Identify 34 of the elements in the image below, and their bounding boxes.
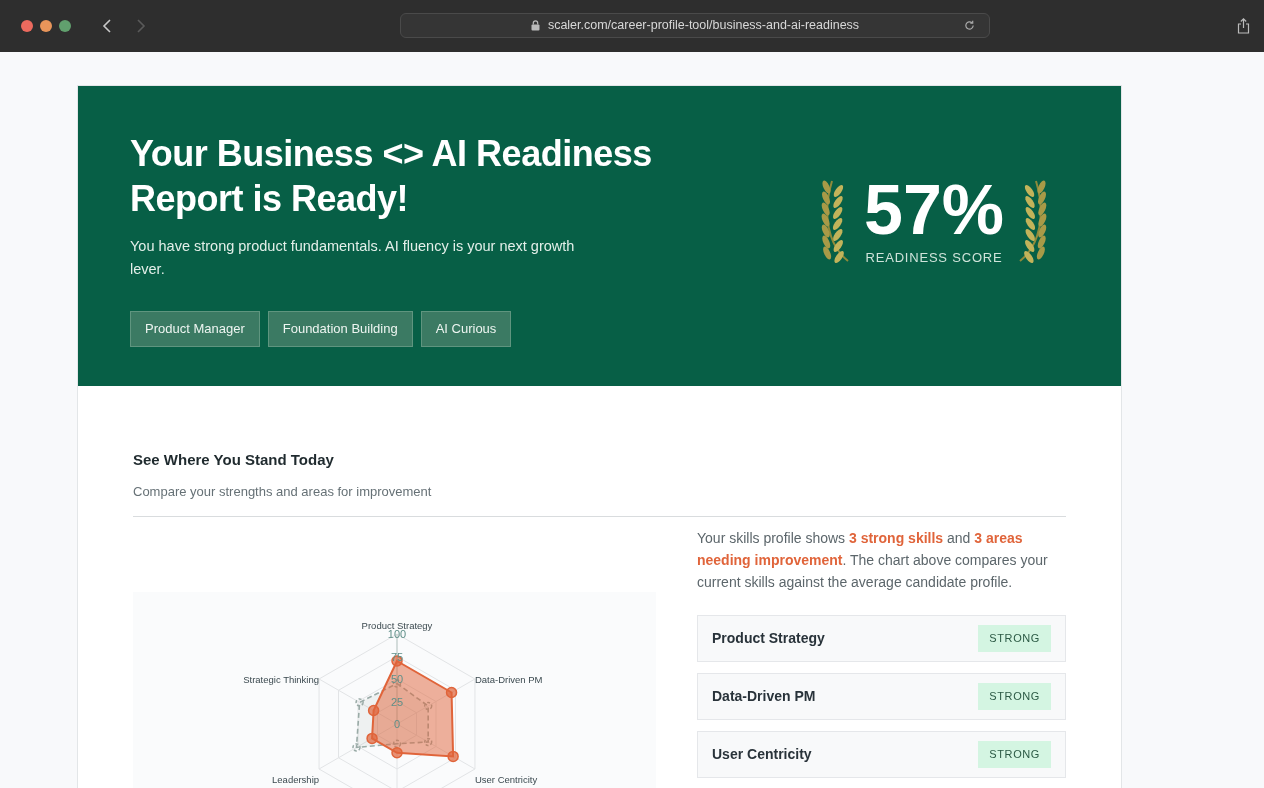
profile-tag: Foundation Building <box>267 311 413 347</box>
axis-label: Leadership <box>272 774 320 785</box>
skill-name: Product Strategy <box>712 629 825 648</box>
reload-icon[interactable] <box>964 20 975 31</box>
zoom-window-button[interactable] <box>59 20 71 32</box>
tick-label: 0 <box>393 718 401 730</box>
profile-tag: Product Manager <box>130 311 260 347</box>
url-text: scaler.com/career-profile-tool/business-and-ai-readiness <box>547 17 860 35</box>
back-icon[interactable] <box>102 19 112 33</box>
tick-label: 100 <box>387 628 407 640</box>
tick-label: 25 <box>390 695 404 708</box>
axis-label: Product Strategy <box>361 620 433 631</box>
skill-name: User Centricity <box>712 745 812 764</box>
report-title: Your Business <> AI Readiness Report is Ready! <box>130 132 653 221</box>
profile-tag: AI Curious <box>420 311 512 347</box>
axis-label: Strategic Thinking <box>243 674 320 685</box>
status-badge: STRONG <box>978 625 1051 652</box>
tick-label: 50 <box>390 673 404 685</box>
minimize-window-button[interactable] <box>40 20 52 32</box>
score-label: READINESS SCORE <box>865 249 1003 267</box>
report-subtitle: You have strong product fundamentals. AI fluency is your next growth lever. <box>130 237 576 279</box>
status-badge: STRONG <box>978 741 1051 768</box>
axis-label: User Centricity <box>474 774 538 785</box>
section-title: See Where You Stand Today <box>133 450 335 470</box>
close-window-button[interactable] <box>21 20 33 32</box>
lock-icon <box>530 20 540 31</box>
axis-label: Data-Driven PM <box>474 674 543 685</box>
status-badge: STRONG <box>978 683 1051 710</box>
address-bar[interactable]: scaler.com/career-profile-tool/business-and-ai-readiness <box>400 13 990 38</box>
summary-paragraph: Your skills profile shows 3 strong skills and 3 areas needing improvement. The chart above compares your current skills against the average candidate profile. <box>697 529 1049 592</box>
share-icon[interactable] <box>1237 18 1250 34</box>
section-subtitle: Compare your strengths and areas for improvement <box>133 482 433 501</box>
skill-name: Data-Driven PM <box>712 687 816 706</box>
readiness-score: 57% <box>863 174 1005 246</box>
